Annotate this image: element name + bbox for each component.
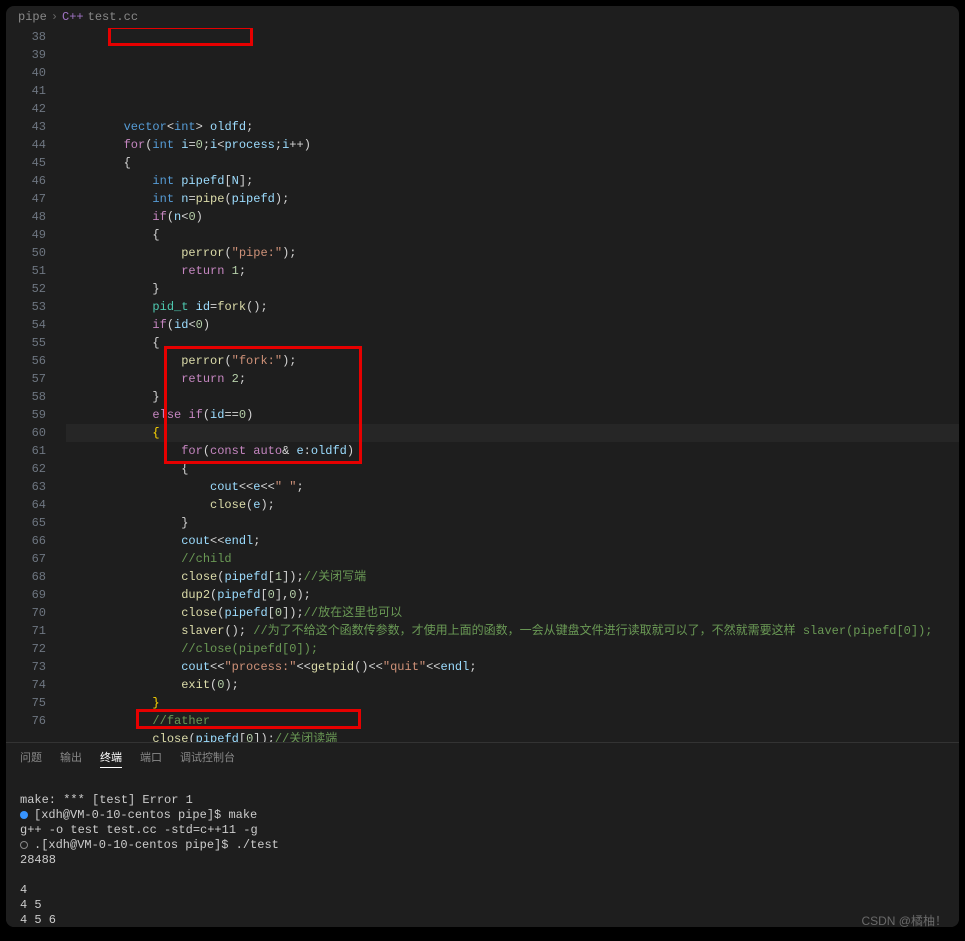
code-line[interactable]: cout<<endl; [66, 532, 959, 550]
tab-terminal[interactable]: 终端 [100, 749, 122, 768]
cpp-file-icon: C++ [62, 10, 84, 24]
code-line[interactable]: } [66, 514, 959, 532]
terminal-line: g++ -o test test.cc -std=c++11 -g [20, 823, 258, 837]
terminal-cmd: ./test [236, 838, 279, 852]
code-line[interactable]: { [66, 226, 959, 244]
terminal-output[interactable]: make: *** [test] Error 1 [xdh@VM-0-10-ce… [6, 774, 959, 927]
code-editor[interactable]: 3839404142434445464748495051525354555657… [6, 28, 959, 742]
code-line[interactable]: if(id<0) [66, 316, 959, 334]
highlight-box-1 [108, 28, 253, 46]
code-line[interactable]: for(int i=0;i<process;i++) [66, 136, 959, 154]
breadcrumb-folder[interactable]: pipe [18, 10, 47, 24]
editor-window: pipe › C++ test.cc 383940414243444546474… [6, 6, 959, 927]
code-line[interactable]: cout<<e<<" "; [66, 478, 959, 496]
terminal-line: make: *** [test] Error 1 [20, 793, 193, 807]
code-line[interactable]: int n=pipe(pipefd); [66, 190, 959, 208]
status-dot-icon [20, 841, 28, 849]
line-number-gutter: 3839404142434445464748495051525354555657… [6, 28, 66, 742]
code-line[interactable]: return 2; [66, 370, 959, 388]
code-line[interactable]: close(pipefd[0]);//放在这里也可以 [66, 604, 959, 622]
terminal-cmd: make [228, 808, 257, 822]
terminal-line: 4 5 [20, 898, 42, 912]
code-line[interactable]: { [66, 334, 959, 352]
terminal-prompt: [xdh@VM-0-10-centos pipe]$ [34, 808, 228, 822]
chevron-right-icon: › [51, 10, 58, 24]
code-line[interactable]: pid_t id=fork(); [66, 298, 959, 316]
breadcrumb[interactable]: pipe › C++ test.cc [6, 6, 959, 28]
code-line[interactable]: close(pipefd[1]);//关闭写端 [66, 568, 959, 586]
terminal-line: 4 [20, 883, 27, 897]
code-line[interactable]: //father [66, 712, 959, 730]
status-dot-icon [20, 811, 28, 819]
code-line[interactable]: cout<<"process:"<<getpid()<<"quit"<<endl… [66, 658, 959, 676]
code-line[interactable]: //close(pipefd[0]); [66, 640, 959, 658]
code-line[interactable]: slaver(); //为了不给这个函数传参数，才使用上面的函数，一会从键盘文件… [66, 622, 959, 640]
bottom-panel: 问题 输出 终端 端口 调试控制台 make: *** [test] Error… [6, 742, 959, 927]
tab-ports[interactable]: 端口 [140, 749, 162, 768]
code-line[interactable]: { [66, 154, 959, 172]
tab-problems[interactable]: 问题 [20, 749, 42, 768]
breadcrumb-file[interactable]: test.cc [88, 10, 138, 24]
code-line[interactable]: vector<int> oldfd; [66, 118, 959, 136]
watermark: CSDN @橘柚！ [861, 912, 947, 929]
code-line[interactable]: int pipefd[N]; [66, 172, 959, 190]
panel-tabs: 问题 输出 终端 端口 调试控制台 [6, 743, 959, 774]
code-line[interactable]: return 1; [66, 262, 959, 280]
tab-debug-console[interactable]: 调试控制台 [180, 749, 235, 768]
code-line[interactable]: //child [66, 550, 959, 568]
code-line[interactable]: perror("pipe:"); [66, 244, 959, 262]
code-area[interactable]: vector<int> oldfd; for(int i=0;i<process… [66, 28, 959, 742]
code-line[interactable]: if(n<0) [66, 208, 959, 226]
code-line[interactable]: } [66, 280, 959, 298]
code-line[interactable]: perror("fork:"); [66, 352, 959, 370]
terminal-prompt: .[xdh@VM-0-10-centos pipe]$ [34, 838, 236, 852]
code-line[interactable]: close(pipefd[0]);//关闭读端 [66, 730, 959, 742]
code-line[interactable]: { [66, 424, 959, 442]
code-line[interactable]: dup2(pipefd[0],0); [66, 586, 959, 604]
terminal-line: 4 5 6 [20, 913, 56, 927]
code-line[interactable]: exit(0); [66, 676, 959, 694]
code-line[interactable]: else if(id==0) [66, 406, 959, 424]
terminal-line: 28488 [20, 853, 56, 867]
code-line[interactable]: close(e); [66, 496, 959, 514]
code-line[interactable]: for(const auto& e:oldfd) [66, 442, 959, 460]
code-line[interactable]: } [66, 388, 959, 406]
tab-output[interactable]: 输出 [60, 749, 82, 768]
code-line[interactable]: { [66, 460, 959, 478]
code-line[interactable]: } [66, 694, 959, 712]
